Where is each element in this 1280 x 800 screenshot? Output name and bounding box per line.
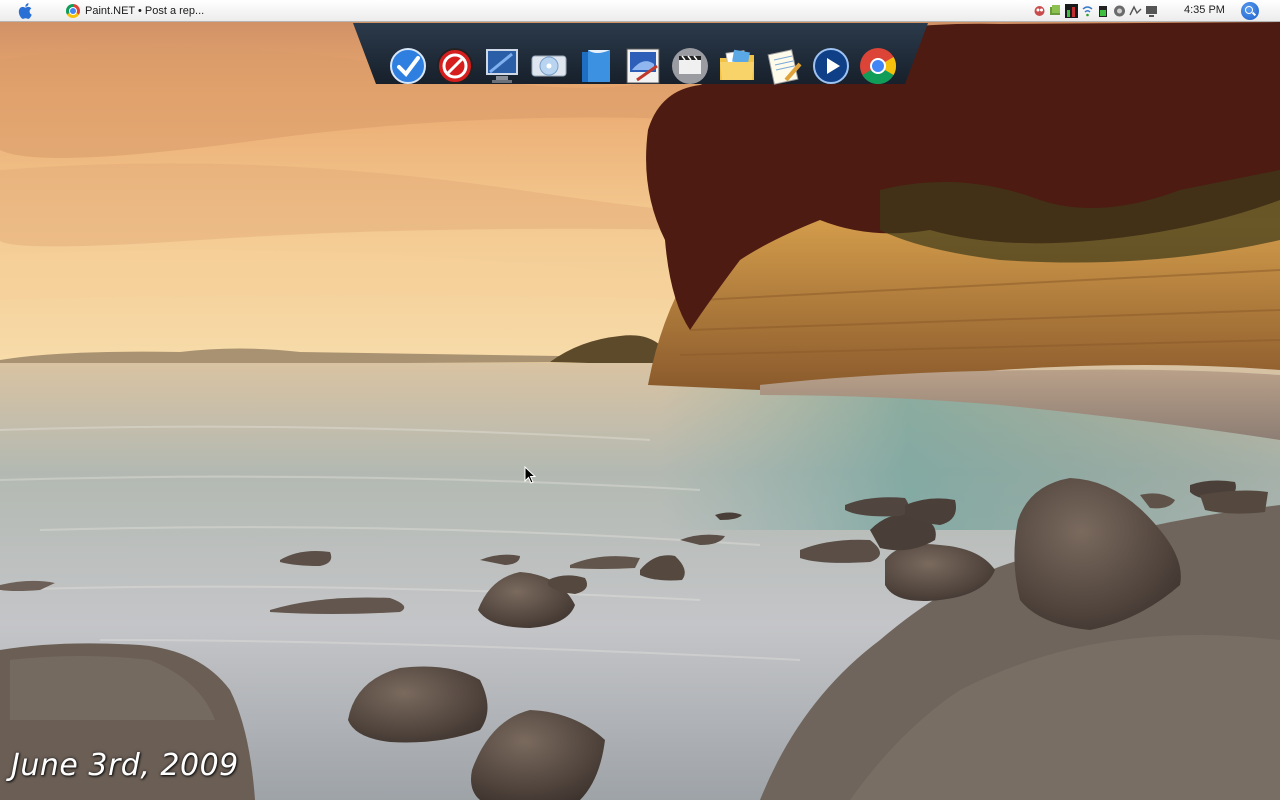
- active-app-menu[interactable]: Paint.NET • Post a rep...: [66, 3, 204, 19]
- desktop-date-label: June 3rd, 2009: [11, 748, 239, 783]
- network-icon[interactable]: [1129, 4, 1142, 18]
- paint-icon: [626, 48, 660, 84]
- apple-icon[interactable]: [17, 2, 35, 20]
- dropbox-icon[interactable]: [1049, 4, 1062, 18]
- adium-icon[interactable]: [1033, 4, 1046, 18]
- cpu-monitor-icon[interactable]: [1065, 4, 1078, 18]
- media-player-app[interactable]: [811, 46, 851, 86]
- clapperboard-icon: [672, 48, 708, 84]
- mouse-cursor-icon: [524, 466, 536, 484]
- office-app[interactable]: [576, 46, 616, 86]
- desktop-wallpaper: [0, 0, 1280, 800]
- chrome-app[interactable]: [858, 46, 898, 86]
- system-tray: [1033, 3, 1158, 19]
- spotlight-icon[interactable]: [1241, 2, 1259, 20]
- movie-maker-app[interactable]: [670, 46, 710, 86]
- active-window-title: Paint.NET • Post a rep...: [85, 5, 205, 17]
- dock-items: [388, 41, 898, 91]
- play-icon: [813, 48, 849, 84]
- menu-bar: Paint.NET • Post a rep... 4:35 PM: [0, 0, 1280, 22]
- notepad-icon: [767, 49, 802, 85]
- disc-icon: [531, 55, 567, 77]
- paint-net-app[interactable]: [623, 46, 663, 86]
- menu-clock[interactable]: 4:35 PM: [1184, 4, 1225, 16]
- battery-icon[interactable]: [1097, 4, 1110, 18]
- checkmark-icon: [390, 48, 426, 84]
- blocker-app[interactable]: [435, 46, 475, 86]
- chrome-icon: [66, 4, 80, 18]
- disc-burner-app[interactable]: [529, 46, 569, 86]
- todo-check-app[interactable]: [388, 46, 428, 86]
- wifi-icon[interactable]: [1081, 4, 1094, 18]
- display-icon[interactable]: [1145, 4, 1158, 18]
- no-entry-icon: [437, 48, 473, 84]
- notepad-app[interactable]: [764, 46, 804, 86]
- books-icon: [582, 50, 610, 82]
- chrome-icon: [860, 48, 897, 85]
- folder-icon: [720, 49, 754, 80]
- monitor-icon: [486, 49, 518, 83]
- volume-icon[interactable]: [1113, 4, 1126, 18]
- documents-folder[interactable]: [717, 46, 757, 86]
- my-computer-app[interactable]: [482, 46, 522, 86]
